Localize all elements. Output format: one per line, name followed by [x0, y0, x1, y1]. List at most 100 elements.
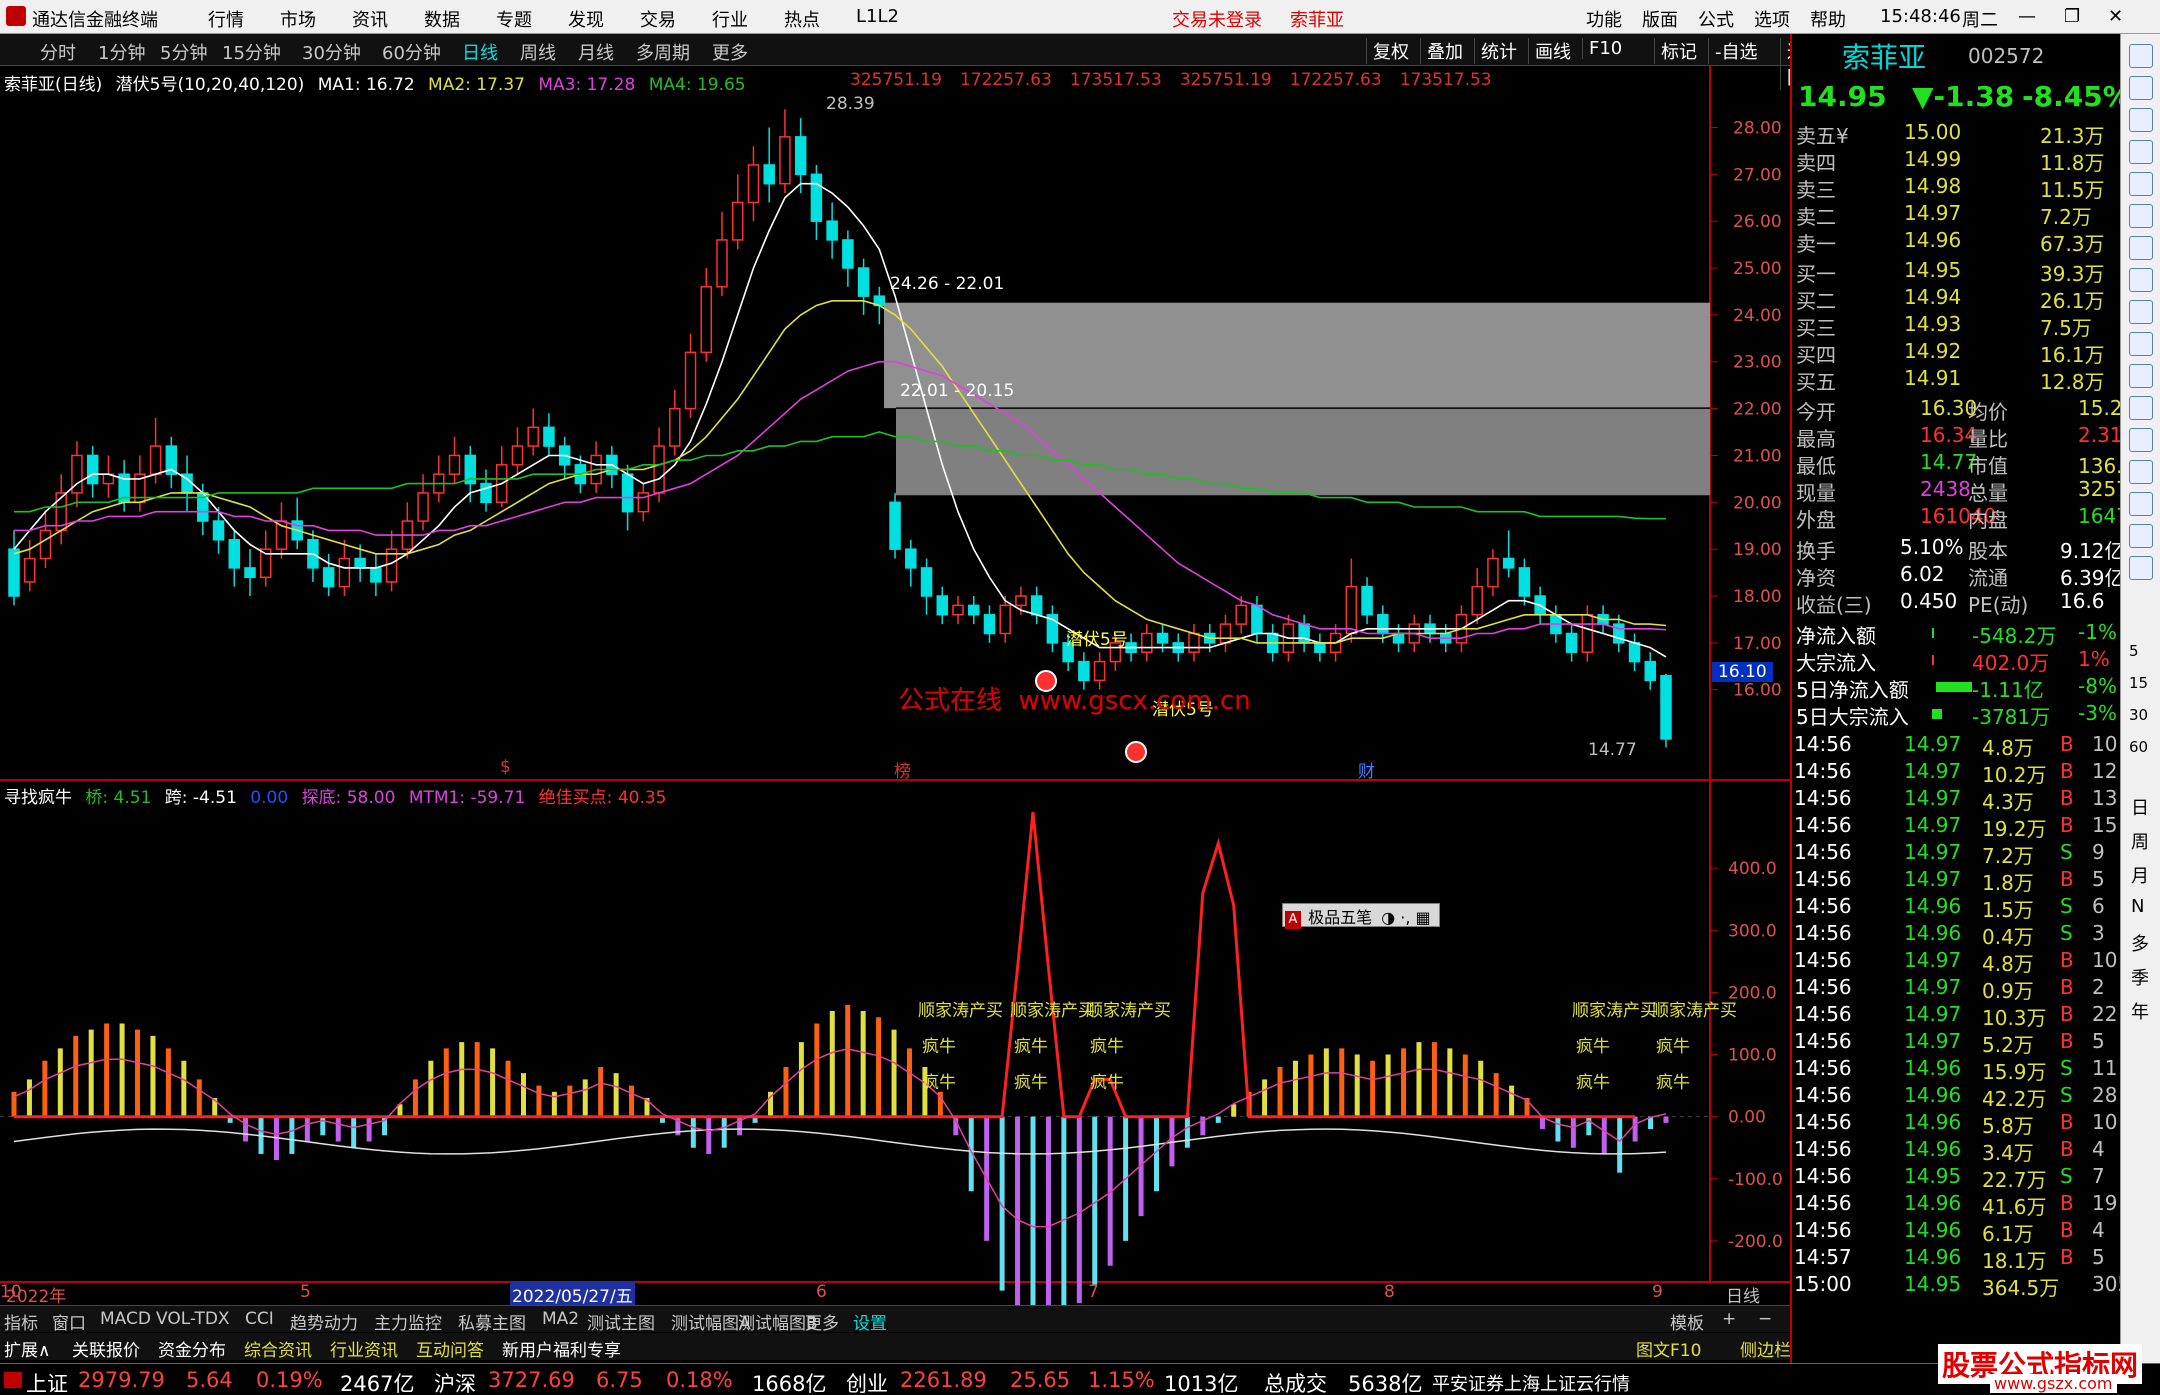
tick-row[interactable]: 14:56 14.97 19.2万 B 15 — [1792, 813, 2122, 841]
tick-row[interactable]: 14:56 14.96 15.9万 S 11 — [1792, 1056, 2122, 1084]
indicator-tab[interactable]: 设置 — [853, 1309, 887, 1334]
stat-row[interactable]: 收益(三) 0.450 PE(动) 16.6 — [1792, 589, 2122, 617]
ask-row[interactable]: 卖五¥ 15.00 21.3万 — [1792, 120, 2122, 148]
info-tab[interactable]: 行业资讯 — [330, 1336, 398, 1361]
login-status[interactable]: 交易未登录 — [1172, 6, 1262, 32]
sidebar-period-label[interactable]: 周 — [2131, 828, 2149, 854]
tick-row[interactable]: 14:56 14.97 10.2万 B 12 — [1792, 759, 2122, 787]
indicator-tab[interactable]: 私募主图 — [458, 1309, 526, 1334]
sidebar-tool-icon[interactable] — [2129, 524, 2153, 548]
menu-item[interactable]: L1L2 — [856, 6, 899, 27]
sidebar-tool-icon[interactable] — [2129, 556, 2153, 580]
sidebar-period[interactable]: 5 — [2129, 642, 2139, 660]
info-tab[interactable]: 互动问答 — [416, 1336, 484, 1361]
tick-row[interactable]: 14:56 14.97 4.3万 B 13 — [1792, 786, 2122, 814]
sz-label[interactable]: 沪深 — [434, 1368, 476, 1395]
sidebar-tool-icon[interactable] — [2129, 44, 2153, 68]
stat-row[interactable]: 最低 14.77 市值 136.4亿 — [1792, 450, 2155, 478]
sidebar-tool-icon[interactable] — [2129, 204, 2153, 228]
side-tab[interactable]: 图文F10 — [1636, 1336, 1701, 1361]
menu-item[interactable]: 数据 — [424, 6, 460, 32]
close-button[interactable]: ✕ — [2108, 6, 2123, 27]
menu-item[interactable]: 行业 — [712, 6, 748, 32]
period-tab[interactable]: 15分钟 — [222, 39, 281, 65]
indicator-tab[interactable]: 窗口 — [52, 1309, 86, 1334]
period-tab[interactable]: 30分钟 — [302, 39, 361, 65]
tick-row[interactable]: 14:57 14.96 18.1万 B 5 — [1792, 1245, 2122, 1273]
indicator-tab[interactable]: CCI — [245, 1309, 274, 1329]
ime-keyboard-icon[interactable]: ▦ — [1416, 908, 1431, 927]
sidebar-period-label[interactable]: 季 — [2131, 964, 2149, 990]
info-tab[interactable]: 新用户福利专享 — [502, 1336, 621, 1361]
stat-row[interactable]: 净资 6.02 流通 6.39亿 — [1792, 562, 2125, 590]
sidebar-tool-icon[interactable] — [2129, 268, 2153, 292]
menu-right-item[interactable]: 选项 — [1754, 6, 1790, 32]
menu-right-item[interactable]: 帮助 — [1810, 6, 1846, 32]
sidebar-period[interactable]: 30 — [2129, 706, 2148, 724]
tick-row[interactable]: 14:56 14.97 4.8万 B 10 — [1792, 732, 2122, 760]
menu-item[interactable]: 市场 — [280, 6, 316, 32]
period-tab[interactable]: 周线 — [520, 39, 556, 65]
period-tab[interactable]: 日线 — [462, 39, 498, 65]
toolbar-button[interactable]: F10 — [1582, 38, 1628, 59]
stat-row[interactable]: 换手 5.10% 股本 9.12亿 — [1792, 535, 2125, 563]
info-tab[interactable]: 资金分布 — [158, 1336, 226, 1361]
indicator-tab[interactable]: 趋势动力 — [290, 1309, 358, 1334]
info-tab[interactable]: 综合资讯 — [244, 1336, 312, 1361]
indicator-tab[interactable]: VOL-TDX — [156, 1309, 230, 1329]
sidebar-period-label[interactable]: 年 — [2131, 998, 2149, 1024]
add-button[interactable]: + — [1722, 1309, 1736, 1329]
indicator-tab[interactable]: 测试主图 — [587, 1309, 655, 1334]
tick-row[interactable]: 14:56 14.97 10.3万 B 22 — [1792, 1002, 2122, 1030]
ask-row[interactable]: 卖三 14.98 11.5万 — [1792, 174, 2122, 202]
tick-row[interactable]: 14:56 14.96 5.8万 B 10 — [1792, 1110, 2122, 1138]
tick-row[interactable]: 14:56 14.97 1.8万 B 5 — [1792, 867, 2122, 895]
sidebar-tool-icon[interactable] — [2129, 460, 2153, 484]
sidebar-tool-icon[interactable] — [2129, 492, 2153, 516]
indicator-tab[interactable]: 更多 — [805, 1309, 839, 1334]
menu-right-item[interactable]: 公式 — [1698, 6, 1734, 32]
toolbar-button[interactable]: 叠加 — [1420, 38, 1469, 64]
tick-row[interactable]: 14:56 14.97 0.9万 B 2 — [1792, 975, 2122, 1003]
menu-item[interactable]: 专题 — [496, 6, 532, 32]
template-button[interactable]: 模板 — [1670, 1309, 1704, 1334]
sidebar-tool-icon[interactable] — [2129, 140, 2153, 164]
ime-dot-icon[interactable]: ·, — [1400, 908, 1410, 927]
bid-row[interactable]: 买三 14.93 7.5万 — [1792, 312, 2122, 340]
menu-item[interactable]: 热点 — [784, 6, 820, 32]
sidebar-tool-icon[interactable] — [2129, 332, 2153, 356]
broker[interactable]: 平安证券上海上证云行情 — [1432, 1370, 1630, 1395]
sidebar-tool-icon[interactable] — [2129, 428, 2153, 452]
period-tab[interactable]: 60分钟 — [382, 39, 441, 65]
indicator-name[interactable]: 潜伏5号(10,20,40,120) — [116, 75, 305, 95]
menu-right-item[interactable]: 功能 — [1586, 6, 1622, 32]
toolbar-button[interactable]: -自选 — [1708, 38, 1764, 64]
menu-right-item[interactable]: 版面 — [1642, 6, 1678, 32]
main-chart[interactable]: 28.00 27.00 26.00 25.00 24.00 23.00 22.00 21.00… — [0, 66, 1790, 1305]
sidebar-tool-icon[interactable] — [2129, 172, 2153, 196]
stat-row[interactable]: 今开 16.30 均价 15.27 — [1792, 396, 2135, 424]
sidebar-period-label[interactable]: 多 — [2131, 930, 2149, 956]
period-tab[interactable]: 1分钟 — [98, 39, 145, 65]
toolbar-button[interactable]: 画线 — [1528, 38, 1577, 64]
period-tab[interactable]: 分时 — [40, 39, 76, 65]
sidebar-period-label[interactable]: 月 — [2131, 862, 2149, 888]
tick-row[interactable]: 15:00 14.95 364.5万 305 — [1792, 1272, 2130, 1300]
indicator-tab[interactable]: MACD — [100, 1309, 151, 1329]
stat-row[interactable]: 外盘 161040 内盘 164711 — [1792, 504, 2154, 532]
bid-row[interactable]: 买四 14.92 16.1万 — [1792, 339, 2122, 367]
menu-item[interactable]: 资讯 — [352, 6, 388, 32]
period-tab[interactable]: 更多 — [712, 39, 748, 65]
period-tab[interactable]: 多周期 — [636, 39, 690, 65]
ime-moon-icon[interactable]: ◑ — [1381, 908, 1395, 927]
flow-row[interactable]: 5日大宗流入 -3781万 -3% — [1792, 701, 2122, 729]
stat-row[interactable]: 现量 2438 总量 325751 — [1792, 477, 2154, 505]
tick-row[interactable]: 14:56 14.95 22.7万 S 7 — [1792, 1164, 2122, 1192]
sidebar-tool-icon[interactable] — [2129, 76, 2153, 100]
tick-row[interactable]: 14:56 14.96 3.4万 B 4 — [1792, 1137, 2122, 1165]
remove-button[interactable]: − — [1758, 1309, 1772, 1329]
ask-row[interactable]: 卖一 14.96 67.3万 — [1792, 228, 2122, 256]
tick-row[interactable]: 14:56 14.96 41.6万 B 19 — [1792, 1191, 2122, 1219]
indicator-tab[interactable]: MA2 — [542, 1309, 579, 1329]
tick-row[interactable]: 14:56 14.97 7.2万 S 9 — [1792, 840, 2122, 868]
